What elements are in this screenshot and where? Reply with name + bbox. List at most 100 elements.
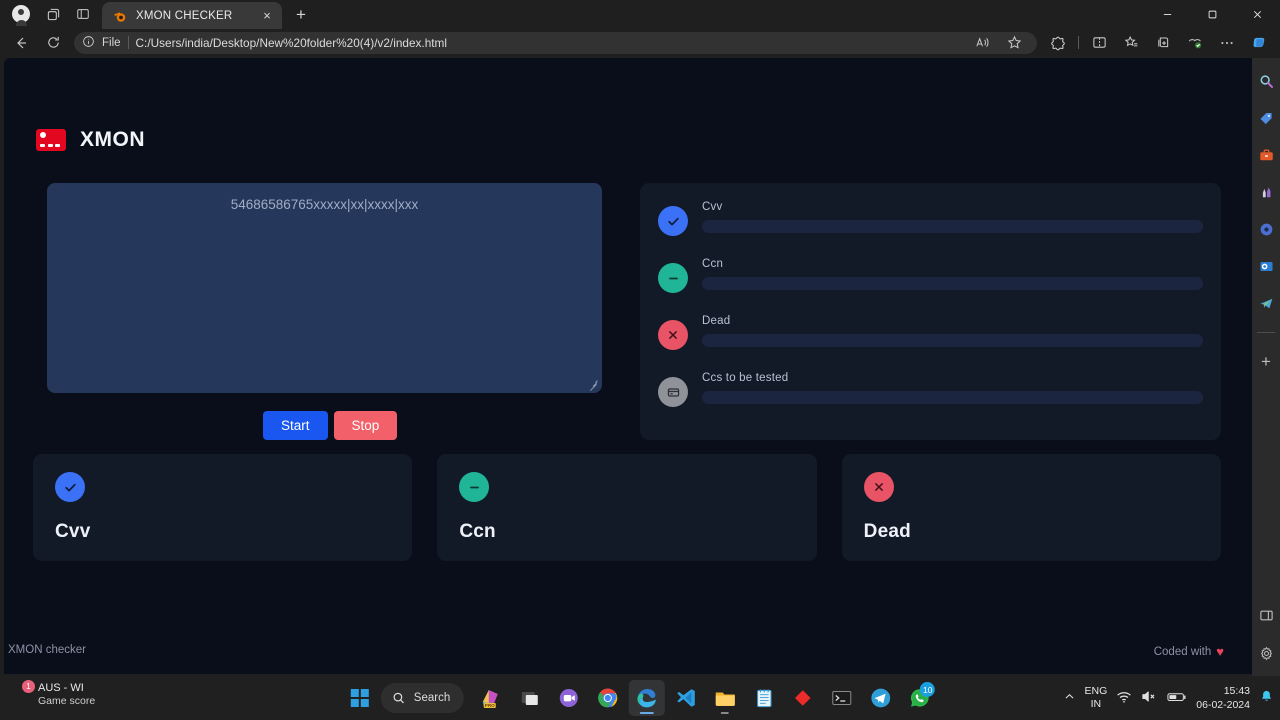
new-tab-button[interactable]: + [288,2,314,28]
result-card-cvv[interactable]: Cvv [33,454,413,561]
collections-icon[interactable] [1148,30,1178,56]
tab-title: XMON CHECKER [136,9,233,22]
status-label: Ccs to be tested [702,372,789,384]
card-title: Ccn [459,521,496,542]
card-title: Dead [863,521,911,542]
taskbar-apps: Search PRO 10 [342,680,938,716]
status-row-pending: Ccs to be tested [658,372,1203,429]
volume-muted-icon[interactable] [1141,689,1158,707]
address-bar[interactable]: File C:/Users/india/Desktop/New%20folder… [74,30,1037,56]
cc-input-wrapper [47,183,602,393]
widget-title: AUS - WI [38,682,84,694]
sidebar-toggle-icon[interactable] [1255,604,1277,626]
favorites-icon[interactable] [1116,30,1146,56]
clock[interactable]: 15:43 06-02-2024 [1196,684,1250,712]
settings-gear-icon[interactable] [1255,642,1277,664]
check-icon [55,472,85,502]
add-sidebar-button[interactable]: + [1255,351,1277,373]
result-card-dead[interactable]: Dead [841,454,1221,561]
meet-icon[interactable] [551,680,587,716]
info-icon [82,35,95,51]
outlook-icon[interactable] [1255,255,1277,277]
check-icon [658,206,688,236]
close-icon [863,472,894,502]
telegram-icon[interactable] [1255,292,1277,314]
result-cards: Cvv Ccn Dead [33,454,1221,561]
divider [127,36,129,49]
copilot-icon[interactable] [1244,30,1274,56]
action-buttons: Start Stop [263,411,398,440]
copilot-icon[interactable] [1255,218,1277,240]
favorite-star-icon[interactable] [999,30,1029,56]
status-result-bar [702,391,1203,404]
shopping-tag-icon[interactable] [1255,107,1277,129]
whatsapp-badge: 10 [920,682,936,697]
minus-icon [459,472,490,502]
games-icon[interactable] [1255,181,1277,203]
chrome-icon[interactable] [590,680,626,716]
close-window-button[interactable] [1235,0,1280,29]
telegram-icon[interactable] [863,680,899,716]
close-icon[interactable]: × [258,7,276,25]
heart-icon: ♥ [1216,644,1224,659]
status-label: Ccn [702,258,724,270]
start-button[interactable]: Start [263,411,328,440]
stop-button[interactable]: Stop [333,411,398,440]
language-indicator[interactable]: ENG IN [1085,685,1108,711]
settings-more-icon[interactable] [1212,30,1242,56]
clock-time: 15:43 [1223,685,1250,697]
browser-tab[interactable]: XMON CHECKER × [102,2,282,29]
edge-icon[interactable] [629,680,666,716]
divider [1257,332,1275,333]
status-row-cvv: Cvv [658,201,1203,258]
card-icon [658,377,688,407]
browser-essentials-icon[interactable] [1043,30,1073,56]
search-icon[interactable] [1255,70,1277,92]
status-panel: Cvv Ccn Dead Ccs to be tested [640,183,1221,440]
result-card-ccn[interactable]: Ccn [437,454,817,561]
shopping-icon[interactable] [1180,30,1210,56]
wifi-icon[interactable] [1116,689,1132,708]
minus-icon [658,263,688,293]
brand-name: XMON [80,128,145,151]
status-label: Dead [702,315,731,327]
maximize-button[interactable] [1190,0,1235,29]
footer-left-text: XMON checker [8,644,86,656]
split-screen-icon[interactable] [1084,30,1114,56]
window-controls [1145,0,1280,29]
widget-badge: 1 [22,680,35,693]
tray-overflow-icon[interactable] [1063,690,1076,706]
minimize-button[interactable] [1145,0,1190,29]
bell-icon[interactable] [1259,689,1274,707]
file-explorer-icon[interactable] [707,680,743,716]
cc-list-textarea[interactable] [47,183,602,393]
read-aloud-icon[interactable] [967,30,997,56]
status-result-bar [702,277,1203,290]
tab-strip: XMON CHECKER × + [0,0,1280,29]
taskbar-widget[interactable]: 1 AUS - WI Game score [8,680,96,708]
page-viewport: XMON Start Stop Cvv [4,58,1256,674]
footer-right: Coded with ♥ [1154,644,1224,659]
windows-start-icon[interactable] [342,680,378,716]
vscode-icon[interactable] [668,680,704,716]
clock-date: 06-02-2024 [1196,699,1250,711]
briefcase-icon[interactable] [1255,144,1277,166]
window-app-icon[interactable] [512,680,548,716]
whatsapp-icon[interactable]: 10 [902,680,938,716]
split-tab-icon[interactable] [68,1,98,27]
profile-avatar[interactable] [4,1,38,27]
back-icon[interactable] [6,30,36,56]
scheme-label: File [102,36,121,49]
terminal-icon[interactable] [824,680,860,716]
battery-icon[interactable] [1167,691,1187,706]
red-diamond-icon[interactable] [785,680,821,716]
pro-app-icon[interactable]: PRO [473,680,509,716]
reload-icon[interactable] [38,30,68,56]
widget-subtitle: Game score [38,695,96,707]
widgets-icon: 1 [8,680,35,706]
language-code: ENG [1084,685,1108,697]
taskbar-search[interactable]: Search [380,683,465,713]
search-placeholder: Search [413,692,451,704]
tab-actions-icon[interactable] [38,1,68,27]
notepad-icon[interactable] [746,680,782,716]
